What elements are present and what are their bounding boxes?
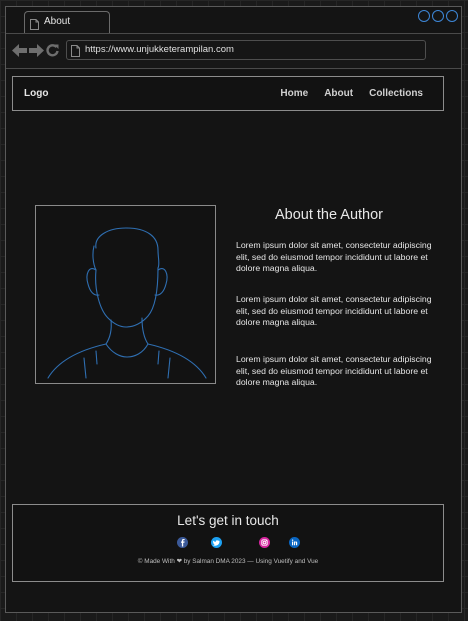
tab-label: About xyxy=(44,16,71,27)
forward-arrow-icon[interactable] xyxy=(29,44,44,62)
nav-link-about[interactable]: About xyxy=(324,88,353,99)
site-footer: Let's get in touch © Made With ❤ by Salm… xyxy=(12,504,444,582)
navigation-buttons xyxy=(12,44,59,62)
footer-credits: © Made With ❤ by Salman DMA 2023 — Using… xyxy=(137,558,319,565)
person-illustration-icon xyxy=(47,227,207,379)
nav-link-home[interactable]: Home xyxy=(280,88,308,99)
site-navbar: Logo Home About Collections xyxy=(12,76,444,111)
browser-tab[interactable]: About xyxy=(24,11,110,33)
twitter-icon[interactable] xyxy=(211,537,222,548)
main-menu: Home About Collections xyxy=(280,88,423,99)
close-button[interactable] xyxy=(446,10,458,22)
back-arrow-icon[interactable] xyxy=(12,44,27,62)
facebook-icon[interactable] xyxy=(177,537,188,548)
address-bar[interactable]: https://www.unjukketerampilan.com xyxy=(66,40,426,60)
author-portrait xyxy=(35,205,216,384)
page-icon xyxy=(71,44,80,62)
contact-heading: Let's get in touch xyxy=(177,513,279,528)
site-logo[interactable]: Logo xyxy=(24,88,48,99)
about-paragraph-3: Lorem ipsum dolor sit amet, consectetur … xyxy=(236,354,432,387)
about-paragraph-2: Lorem ipsum dolor sit amet, consectetur … xyxy=(236,294,432,327)
maximize-button[interactable] xyxy=(432,10,444,22)
linkedin-icon[interactable] xyxy=(289,537,300,548)
instagram-icon[interactable] xyxy=(259,537,270,548)
reload-icon[interactable] xyxy=(46,44,59,62)
url-text: https://www.unjukketerampilan.com xyxy=(85,44,234,55)
minimize-button[interactable] xyxy=(418,10,430,22)
about-title: About the Author xyxy=(274,207,384,223)
nav-link-collections[interactable]: Collections xyxy=(369,88,423,99)
about-paragraph-1: Lorem ipsum dolor sit amet, consectetur … xyxy=(236,240,432,273)
window-controls xyxy=(418,10,458,22)
browser-toolbar: https://www.unjukketerampilan.com xyxy=(6,33,461,69)
tab-bar: About xyxy=(6,7,461,33)
